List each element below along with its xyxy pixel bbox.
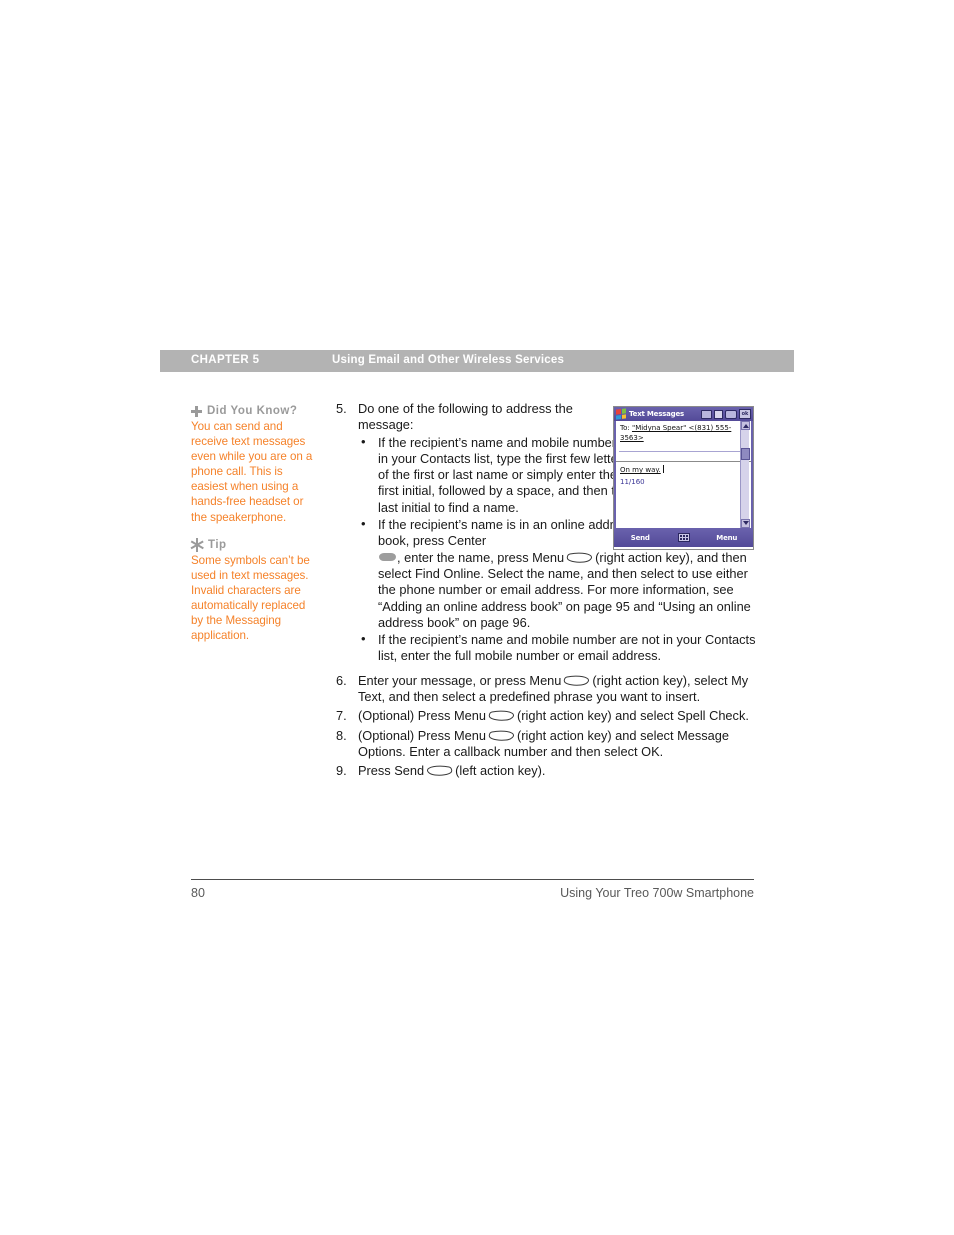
bullet-icon: • xyxy=(361,433,366,449)
step-text-part-1: Enter your message, or press Menu xyxy=(358,672,562,688)
list-item: • If the recipient’s name and mobile num… xyxy=(358,631,756,665)
softkey-menu[interactable]: Menu xyxy=(701,534,754,542)
right-action-key-icon xyxy=(566,552,593,563)
character-counter: 11/160 xyxy=(620,478,645,486)
bullet-text-part-2: , enter the name, press Menu xyxy=(397,549,565,565)
step-text-part-1: (Optional) Press Menu xyxy=(358,708,487,724)
step-number: 6. xyxy=(336,672,347,688)
scrollbar-thumb[interactable] xyxy=(741,448,750,460)
footer-divider xyxy=(191,879,754,880)
device-title-bar: Text Messages ok xyxy=(614,407,753,421)
chapter-header-bar: CHAPTER 5 Using Email and Other Wireless… xyxy=(160,350,794,372)
chapter-title: Using Email and Other Wireless Services xyxy=(332,354,565,366)
bullet-text: If the recipient’s name and mobile numbe… xyxy=(378,632,756,664)
left-action-key-icon xyxy=(426,765,453,776)
note-heading-label: Tip xyxy=(208,538,227,551)
step-text-part-1: Press Send xyxy=(358,763,425,779)
text-caret xyxy=(662,465,664,473)
ok-button[interactable]: ok xyxy=(739,409,751,419)
bullet-text-part-1: If the recipient’s name is in an online … xyxy=(378,517,634,549)
scrollbar[interactable] xyxy=(740,421,750,528)
step-6: 6. Enter your message, or press Menu (rig… xyxy=(336,673,756,706)
page-number: 80 xyxy=(191,886,205,900)
softkey-send[interactable]: Send xyxy=(614,534,667,542)
book-title: Using Your Treo 700w Smartphone xyxy=(560,886,754,900)
softkey-keyboard[interactable] xyxy=(667,533,701,542)
step-9: 9. Press Send (left action key). xyxy=(336,763,756,779)
note-heading: Tip xyxy=(190,537,319,552)
field-spacer xyxy=(616,452,751,461)
chapter-label: CHAPTER 5 xyxy=(191,354,260,366)
device-screenshot: Text Messages ok To: "Midyna Spear" <(83… xyxy=(613,406,754,550)
page-footer: 80 Using Your Treo 700w Smartphone xyxy=(191,886,754,900)
right-action-key-icon xyxy=(488,730,515,741)
step-8: 8. (Optional) Press Menu (right action ke… xyxy=(336,728,756,761)
scroll-down-arrow-icon[interactable] xyxy=(741,519,750,528)
device-softkey-bar: Send Menu xyxy=(614,528,753,547)
device-screen: To: "Midyna Spear" <(831) 555-3563> On m… xyxy=(614,421,753,528)
note-body: Some symbols can’t be used in text messa… xyxy=(191,553,310,643)
note-body: You can send and receive text messages e… xyxy=(191,420,313,524)
keyboard-icon xyxy=(677,533,690,542)
battery-icon xyxy=(701,409,712,419)
step-text-part-2: (left action key). xyxy=(455,763,546,779)
signal-icon xyxy=(714,409,723,419)
message-body-field[interactable]: On my way. 11/160 xyxy=(616,461,751,490)
step-number: 5. xyxy=(336,401,347,416)
manual-page: CHAPTER 5 Using Email and Other Wireless… xyxy=(0,0,954,1235)
center-key-icon xyxy=(379,552,396,561)
message-text: On my way. xyxy=(620,466,661,474)
device-app-title: Text Messages xyxy=(629,410,684,418)
recipient-value: "Midyna Spear" <(831) 555-3563> xyxy=(620,424,732,442)
device-status-icons: ok xyxy=(701,409,751,419)
step-text: Do one of the following to address the m… xyxy=(358,401,573,433)
scroll-up-arrow-icon[interactable] xyxy=(741,421,750,430)
note-heading: Did You Know? xyxy=(191,404,319,418)
to-label: To: xyxy=(620,424,630,432)
starburst-icon xyxy=(190,537,204,552)
speaker-icon xyxy=(725,409,737,419)
bullet-text: If the recipient’s name and mobile numbe… xyxy=(378,434,639,515)
bullet-icon: • xyxy=(361,516,366,532)
right-action-key-icon xyxy=(488,710,515,722)
bullet-icon: • xyxy=(361,631,366,647)
recipient-field[interactable]: To: "Midyna Spear" <(831) 555-3563> xyxy=(616,421,751,451)
plus-icon xyxy=(191,405,202,417)
right-action-key-icon xyxy=(563,675,590,686)
step-number: 8. xyxy=(336,727,347,743)
step-number: 7. xyxy=(336,708,347,724)
note-heading-label: Did You Know? xyxy=(207,405,298,417)
margin-notes: Did You Know? You can send and receive t… xyxy=(190,404,319,656)
step-text-part-1: (Optional) Press Menu xyxy=(358,727,487,743)
windows-logo-icon xyxy=(616,408,626,420)
step-number: 9. xyxy=(336,763,347,779)
note-did-you-know: Did You Know? You can send and receive t… xyxy=(191,404,319,525)
step-7: 7. (Optional) Press Menu (right action ke… xyxy=(336,708,756,724)
note-tip: Tip Some symbols can’t be used in text m… xyxy=(190,537,319,644)
step-text-part-2: (right action key) and select Spell Chec… xyxy=(517,708,749,724)
